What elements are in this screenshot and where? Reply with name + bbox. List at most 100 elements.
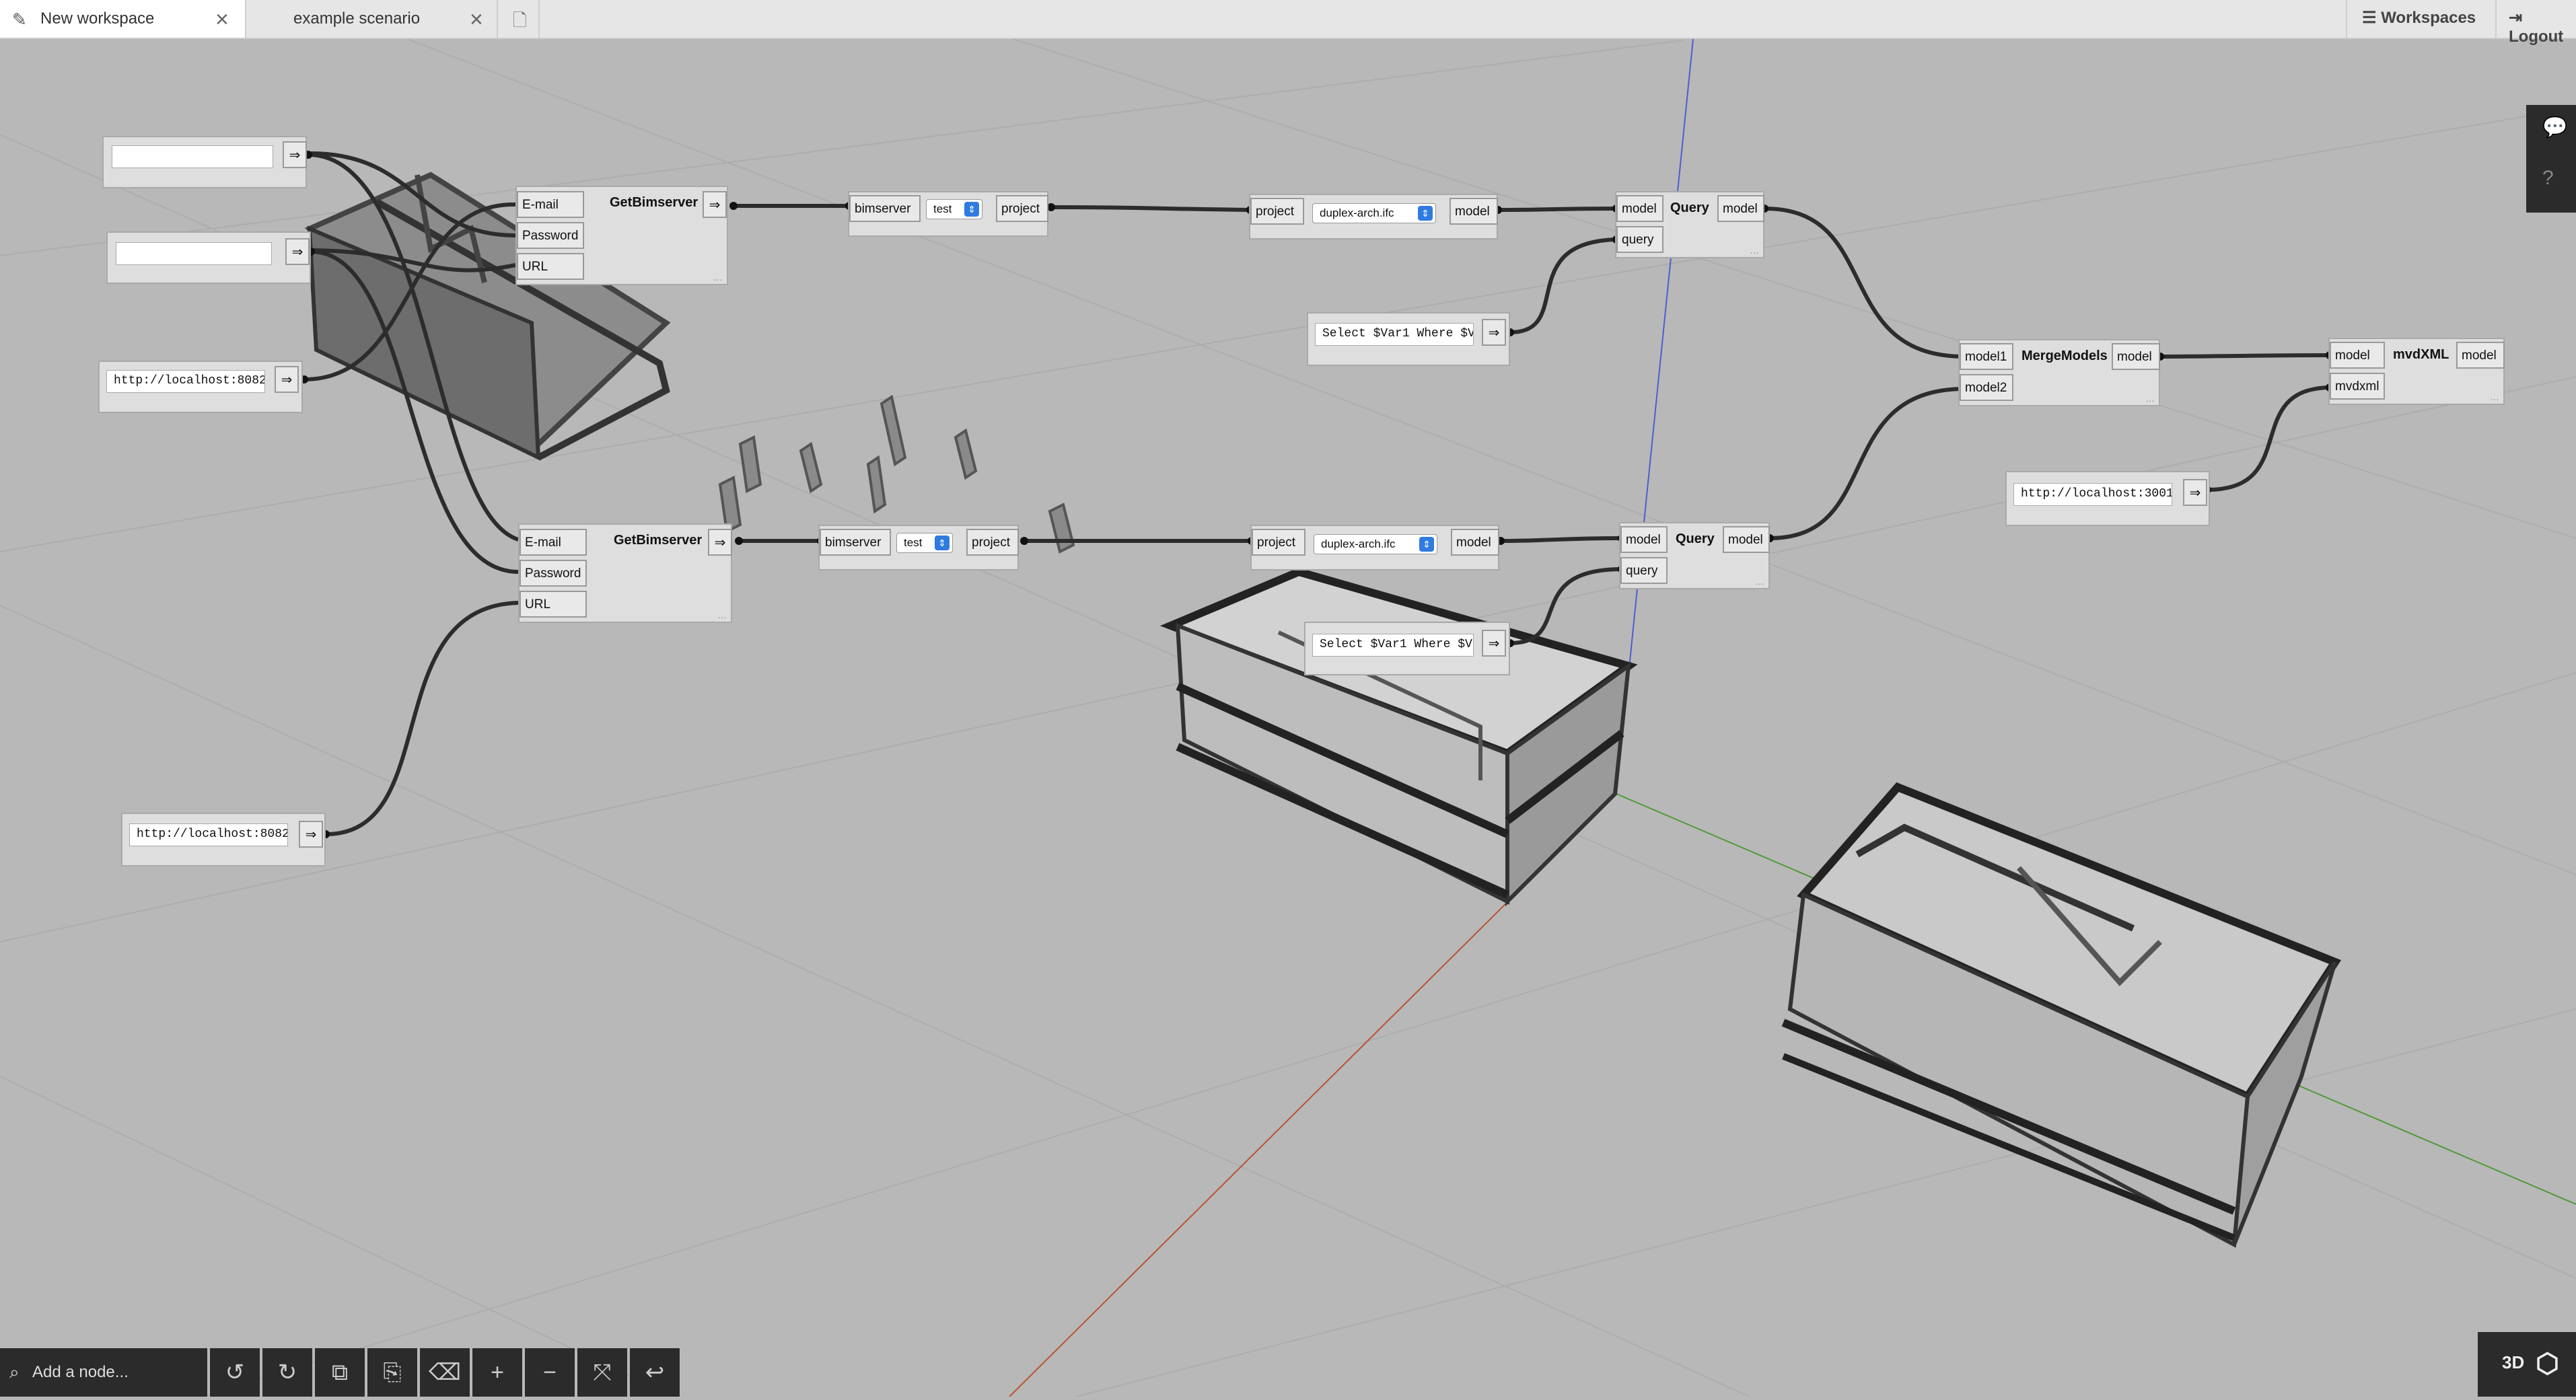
- run-arrow-icon[interactable]: ⇒: [1482, 630, 1506, 657]
- select-arrow-icon: ⇕: [935, 536, 950, 550]
- port-url[interactable]: URL: [517, 253, 584, 280]
- port-bimserver[interactable]: bimserver: [820, 529, 891, 556]
- port-model[interactable]: model: [2330, 342, 2385, 369]
- view-3d-toggle[interactable]: 3D ⬡: [2478, 1332, 2576, 1397]
- comment-icon[interactable]: 💬: [2542, 116, 2567, 139]
- url-input-node[interactable]: http://localhost:3001 ⇒: [2005, 471, 2210, 526]
- copy-icon[interactable]: ⧉: [315, 1348, 365, 1397]
- project-model-node[interactable]: project duplex-arch.ifc ⇕ model: [1249, 194, 1498, 240]
- port-model-out[interactable]: model: [2456, 342, 2505, 369]
- port-mvdxml[interactable]: mvdxml: [2330, 373, 2385, 400]
- port-query[interactable]: query: [1620, 557, 1668, 584]
- url-input-node[interactable]: http://localhost:8082 ⇒: [121, 813, 326, 867]
- query-string-node[interactable]: Select $Var1 Where $Var1 ⇒: [1304, 622, 1510, 675]
- run-arrow-icon[interactable]: ⇒: [285, 238, 310, 265]
- query-string-node[interactable]: Select $Var1 Where $Var1 ⇒: [1307, 312, 1510, 366]
- run-arrow-icon[interactable]: ⇒: [708, 529, 732, 556]
- resize-handle-icon[interactable]: …: [1750, 245, 1759, 256]
- add-node-placeholder: Add a node...: [32, 1363, 129, 1381]
- node-title: GetBimserver: [614, 533, 703, 548]
- port-model-out[interactable]: model: [2112, 343, 2160, 370]
- resize-handle-icon[interactable]: …: [713, 272, 723, 283]
- select-arrow-icon: ⇕: [1418, 206, 1433, 221]
- project-select[interactable]: test ⇕: [926, 199, 982, 219]
- help-icon[interactable]: ?: [2542, 167, 2554, 190]
- text-input-node[interactable]: ⇒: [106, 231, 311, 284]
- close-icon[interactable]: ×: [470, 8, 483, 31]
- run-arrow-icon[interactable]: ⇒: [2183, 479, 2207, 506]
- project-select[interactable]: test ⇕: [896, 533, 953, 553]
- model-select[interactable]: duplex-arch.ifc ⇕: [1312, 203, 1436, 223]
- back-icon[interactable]: ↩: [630, 1348, 680, 1397]
- paste-icon[interactable]: ⎘: [367, 1348, 417, 1397]
- port-password[interactable]: Password: [517, 222, 584, 249]
- port-project[interactable]: project: [1250, 198, 1304, 225]
- port-url[interactable]: URL: [520, 591, 587, 618]
- node-title: mvdXML: [2393, 347, 2449, 362]
- tab-new-workspace[interactable]: ✎ New workspace ×: [0, 0, 246, 38]
- pencil-icon[interactable]: ✎: [12, 9, 27, 30]
- port-model-out[interactable]: model: [1723, 526, 1770, 553]
- port-bimserver[interactable]: bimserver: [849, 195, 921, 222]
- password-field[interactable]: [116, 242, 272, 265]
- port-project[interactable]: project: [1252, 529, 1305, 556]
- query-node[interactable]: model query Query model …: [1619, 522, 1770, 589]
- port-email[interactable]: E-mail: [520, 529, 587, 556]
- undo-icon[interactable]: ↺: [210, 1348, 260, 1397]
- eraser-icon[interactable]: ⌫: [420, 1348, 470, 1397]
- tab-example-scenario[interactable]: example scenario ×: [248, 0, 498, 38]
- resize-handle-icon[interactable]: …: [2490, 392, 2499, 402]
- run-arrow-icon[interactable]: ⇒: [283, 141, 307, 168]
- resize-handle-icon[interactable]: …: [2145, 393, 2155, 404]
- tab-label: New workspace: [40, 9, 155, 28]
- run-arrow-icon[interactable]: ⇒: [299, 821, 323, 848]
- close-icon[interactable]: ×: [215, 8, 229, 31]
- add-node-search[interactable]: ⌕ Add a node...: [0, 1348, 207, 1397]
- url-field[interactable]: http://localhost:8082: [129, 823, 288, 846]
- model-select[interactable]: duplex-arch.ifc ⇕: [1314, 534, 1437, 554]
- bimserver-project-node[interactable]: bimserver test ⇕ project: [848, 191, 1048, 237]
- tab-bar: ✎ New workspace × example scenario × 🗋 ☰…: [0, 0, 2576, 46]
- port-model[interactable]: model: [1450, 198, 1498, 225]
- getbimserver-node[interactable]: E-mail Password URL GetBimserver ⇒ …: [515, 186, 728, 285]
- run-arrow-icon[interactable]: ⇒: [703, 191, 727, 218]
- url-input-node[interactable]: http://localhost:8082 ⇒: [98, 361, 303, 413]
- mergemodels-node[interactable]: model1 model2 MergeModels model …: [1958, 339, 2160, 406]
- text-input-node[interactable]: ⇒: [102, 136, 307, 188]
- port-project[interactable]: project: [996, 195, 1048, 222]
- port-model[interactable]: model: [1616, 195, 1663, 222]
- port-password[interactable]: Password: [520, 560, 587, 587]
- port-model2[interactable]: model2: [1960, 374, 2013, 401]
- node-title: Query: [1670, 200, 1709, 215]
- run-arrow-icon[interactable]: ⇒: [1482, 319, 1506, 346]
- zoom-out-icon[interactable]: −: [525, 1348, 575, 1397]
- port-model1[interactable]: model1: [1960, 343, 2013, 370]
- cube-icon: ⬡: [2536, 1349, 2559, 1378]
- email-field[interactable]: [112, 145, 273, 168]
- run-arrow-icon[interactable]: ⇒: [275, 366, 299, 393]
- mvdxml-node[interactable]: model mvdxml mvdXML model …: [2328, 338, 2505, 405]
- port-project[interactable]: project: [966, 529, 1019, 556]
- workspaces-button[interactable]: ☰ Workspaces: [2346, 0, 2494, 38]
- port-model[interactable]: model: [1620, 526, 1668, 553]
- port-model-out[interactable]: model: [1717, 195, 1764, 222]
- resize-handle-icon[interactable]: …: [717, 610, 727, 620]
- bimserver-project-node[interactable]: bimserver test ⇕ project: [818, 525, 1019, 570]
- zoom-in-icon[interactable]: +: [472, 1348, 522, 1397]
- redo-icon[interactable]: ↻: [262, 1348, 312, 1397]
- logout-button[interactable]: ⇥ Logout: [2495, 0, 2576, 46]
- port-model[interactable]: model: [1451, 529, 1499, 556]
- url-field[interactable]: http://localhost:3001: [2013, 483, 2172, 506]
- fit-icon[interactable]: ⤧: [577, 1348, 627, 1397]
- query-text-field[interactable]: Select $Var1 Where $Var1: [1315, 323, 1474, 346]
- query-node[interactable]: model query Query model …: [1615, 191, 1764, 258]
- query-text-field[interactable]: Select $Var1 Where $Var1: [1312, 634, 1474, 657]
- logout-icon: ⇥: [2509, 9, 2523, 27]
- port-query[interactable]: query: [1616, 226, 1663, 253]
- project-model-node[interactable]: project duplex-arch.ifc ⇕ model: [1250, 525, 1499, 570]
- resize-handle-icon[interactable]: …: [1755, 576, 1764, 587]
- port-email[interactable]: E-mail: [517, 191, 584, 218]
- url-field[interactable]: http://localhost:8082: [106, 370, 265, 393]
- new-tab-button[interactable]: 🗋: [499, 0, 540, 38]
- getbimserver-node[interactable]: E-mail Password URL GetBimserver ⇒ …: [518, 523, 732, 623]
